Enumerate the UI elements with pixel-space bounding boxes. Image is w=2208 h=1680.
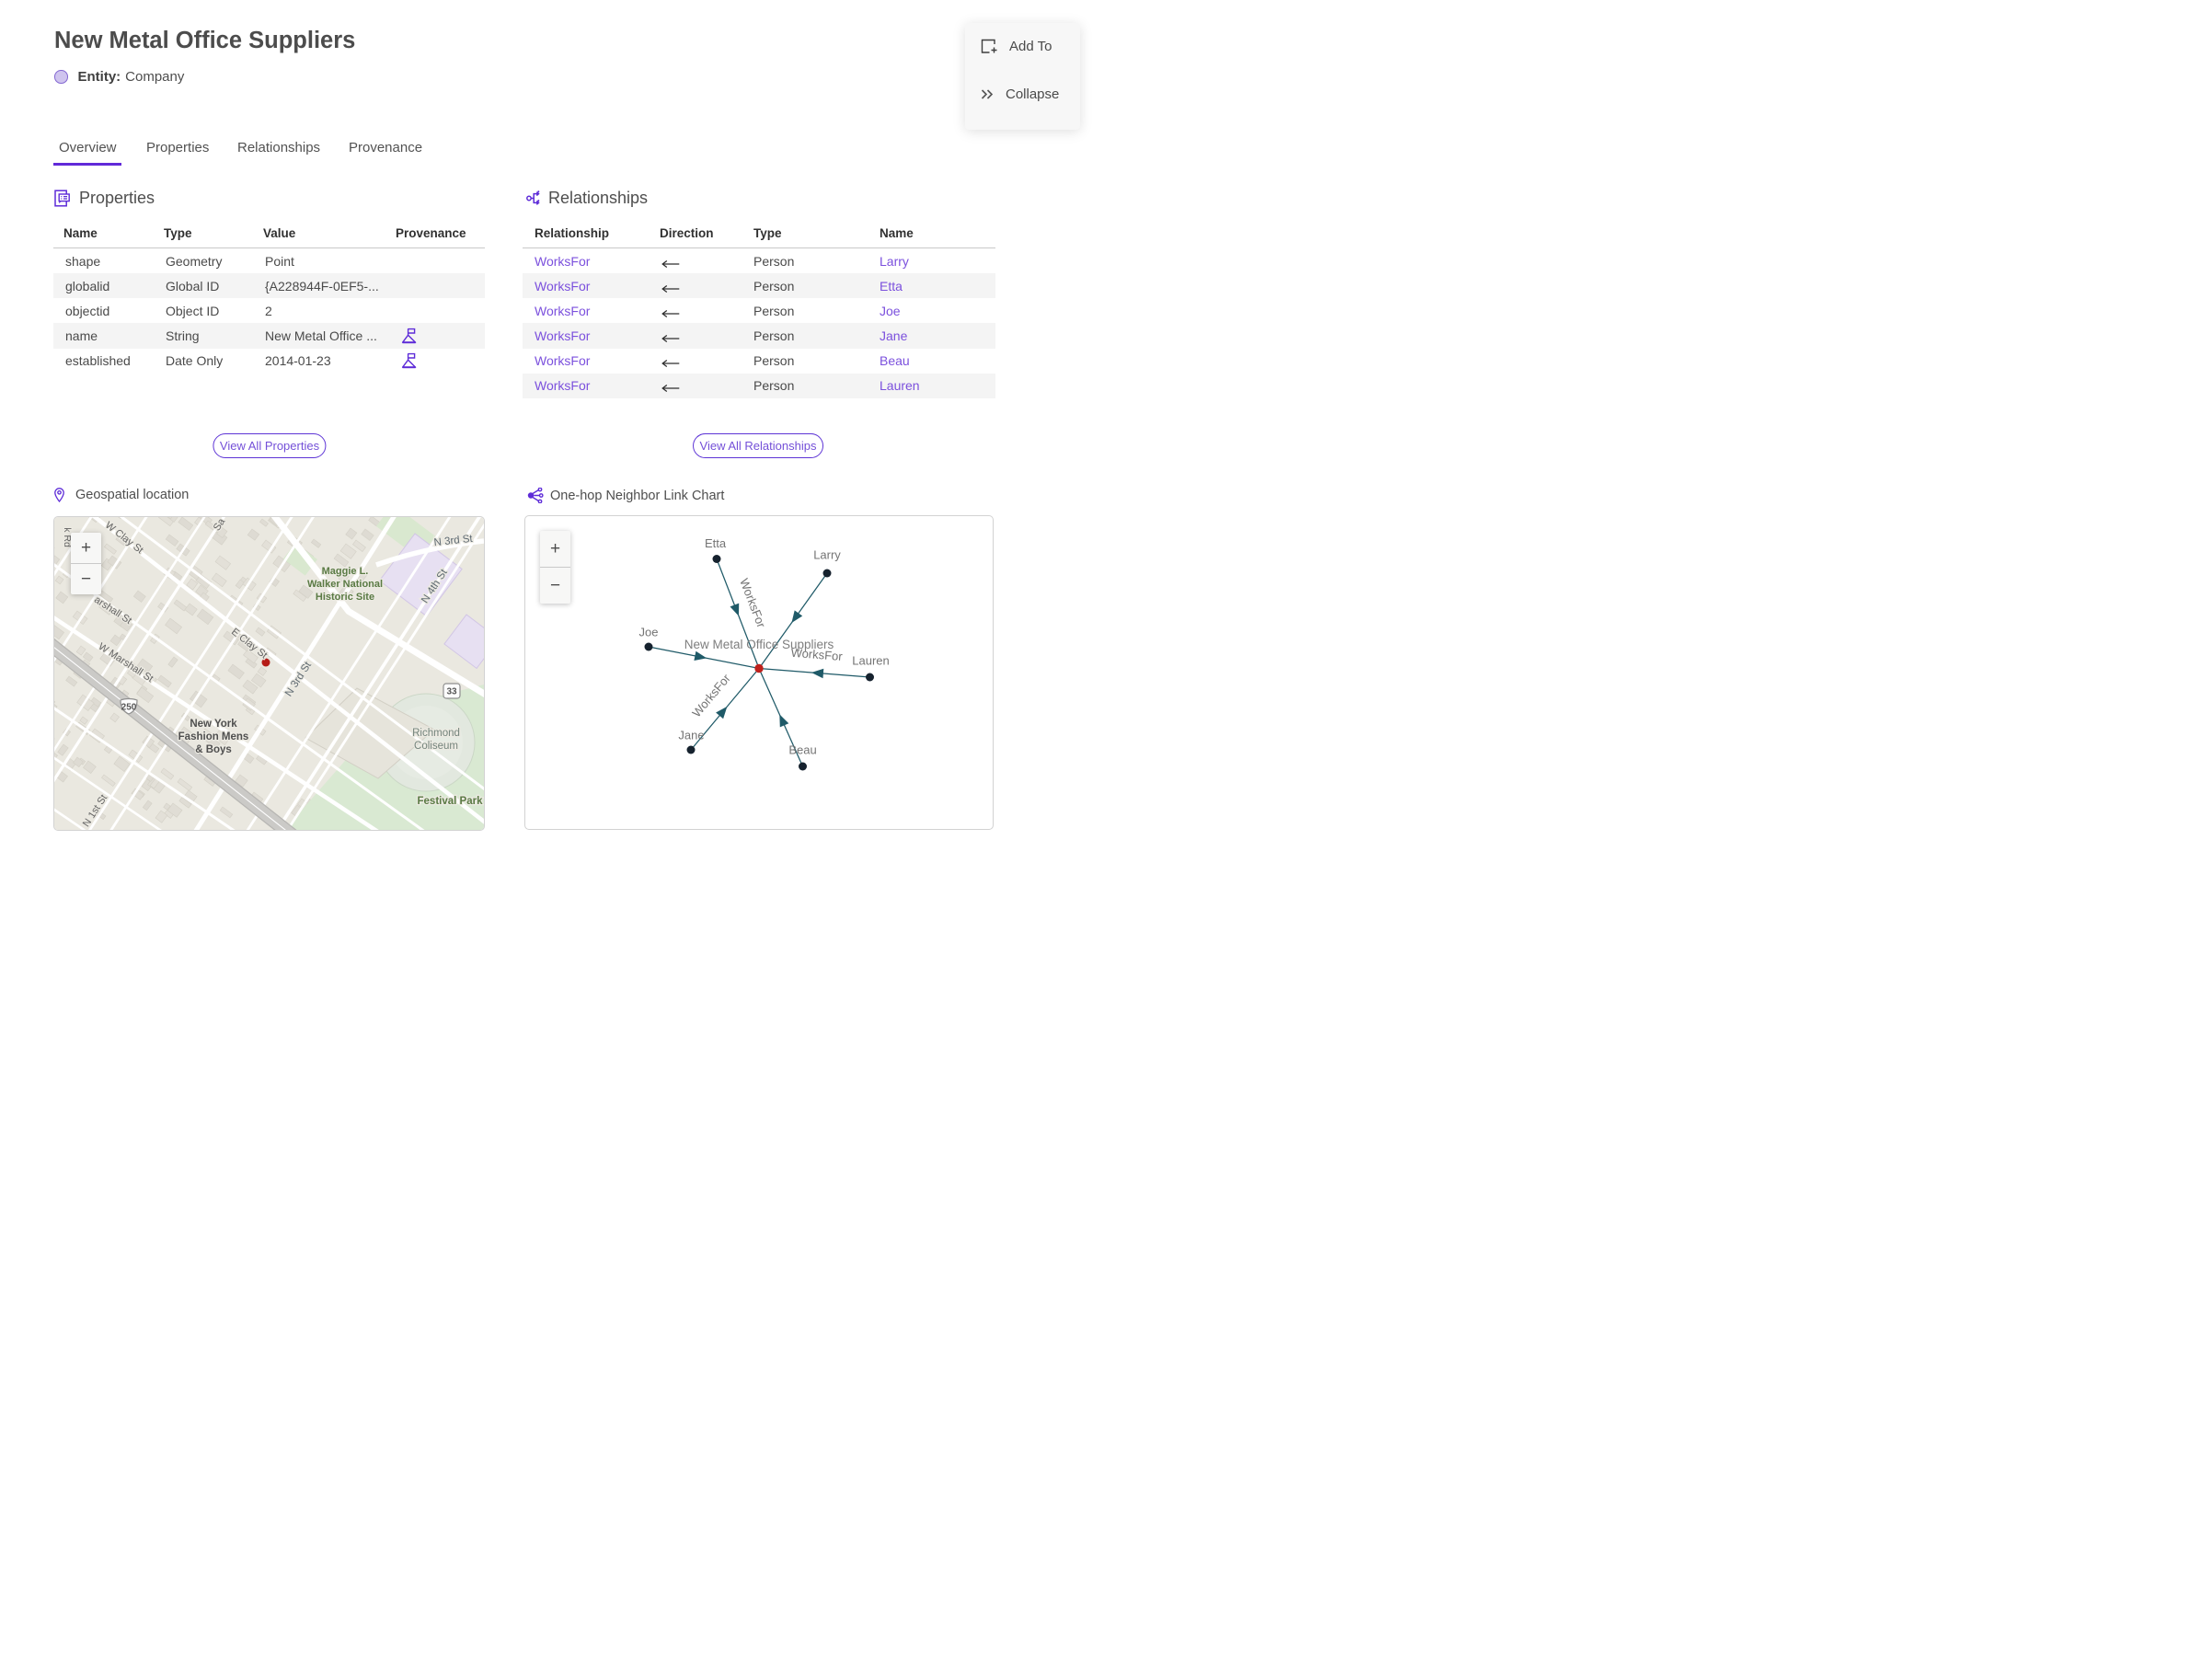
svg-text:Joe: Joe	[639, 626, 659, 639]
svg-text:& Boys: & Boys	[195, 744, 232, 755]
svg-text:Beau: Beau	[788, 743, 816, 757]
svg-text:250: 250	[121, 703, 137, 713]
svg-text:Jane: Jane	[678, 729, 704, 742]
svg-text:Larry: Larry	[813, 548, 841, 562]
svg-text:Festival Park: Festival Park	[418, 796, 484, 807]
svg-text:Lauren: Lauren	[852, 654, 889, 668]
svg-text:Richmond: Richmond	[412, 728, 460, 739]
svg-text:Etta: Etta	[705, 536, 727, 550]
svg-text:33: 33	[446, 687, 457, 697]
svg-text:Maggie L.: Maggie L.	[322, 566, 369, 577]
svg-text:Historic Site: Historic Site	[316, 592, 374, 603]
svg-text:Fashion Mens: Fashion Mens	[178, 731, 249, 742]
svg-text:WorksFor: WorksFor	[737, 577, 768, 630]
svg-text:Walker National: Walker National	[307, 579, 383, 590]
svg-text:WorksFor: WorksFor	[689, 671, 733, 719]
svg-text:Coliseum: Coliseum	[414, 741, 458, 752]
svg-text:WorksFor: WorksFor	[790, 646, 844, 663]
svg-text:New York: New York	[190, 719, 237, 730]
